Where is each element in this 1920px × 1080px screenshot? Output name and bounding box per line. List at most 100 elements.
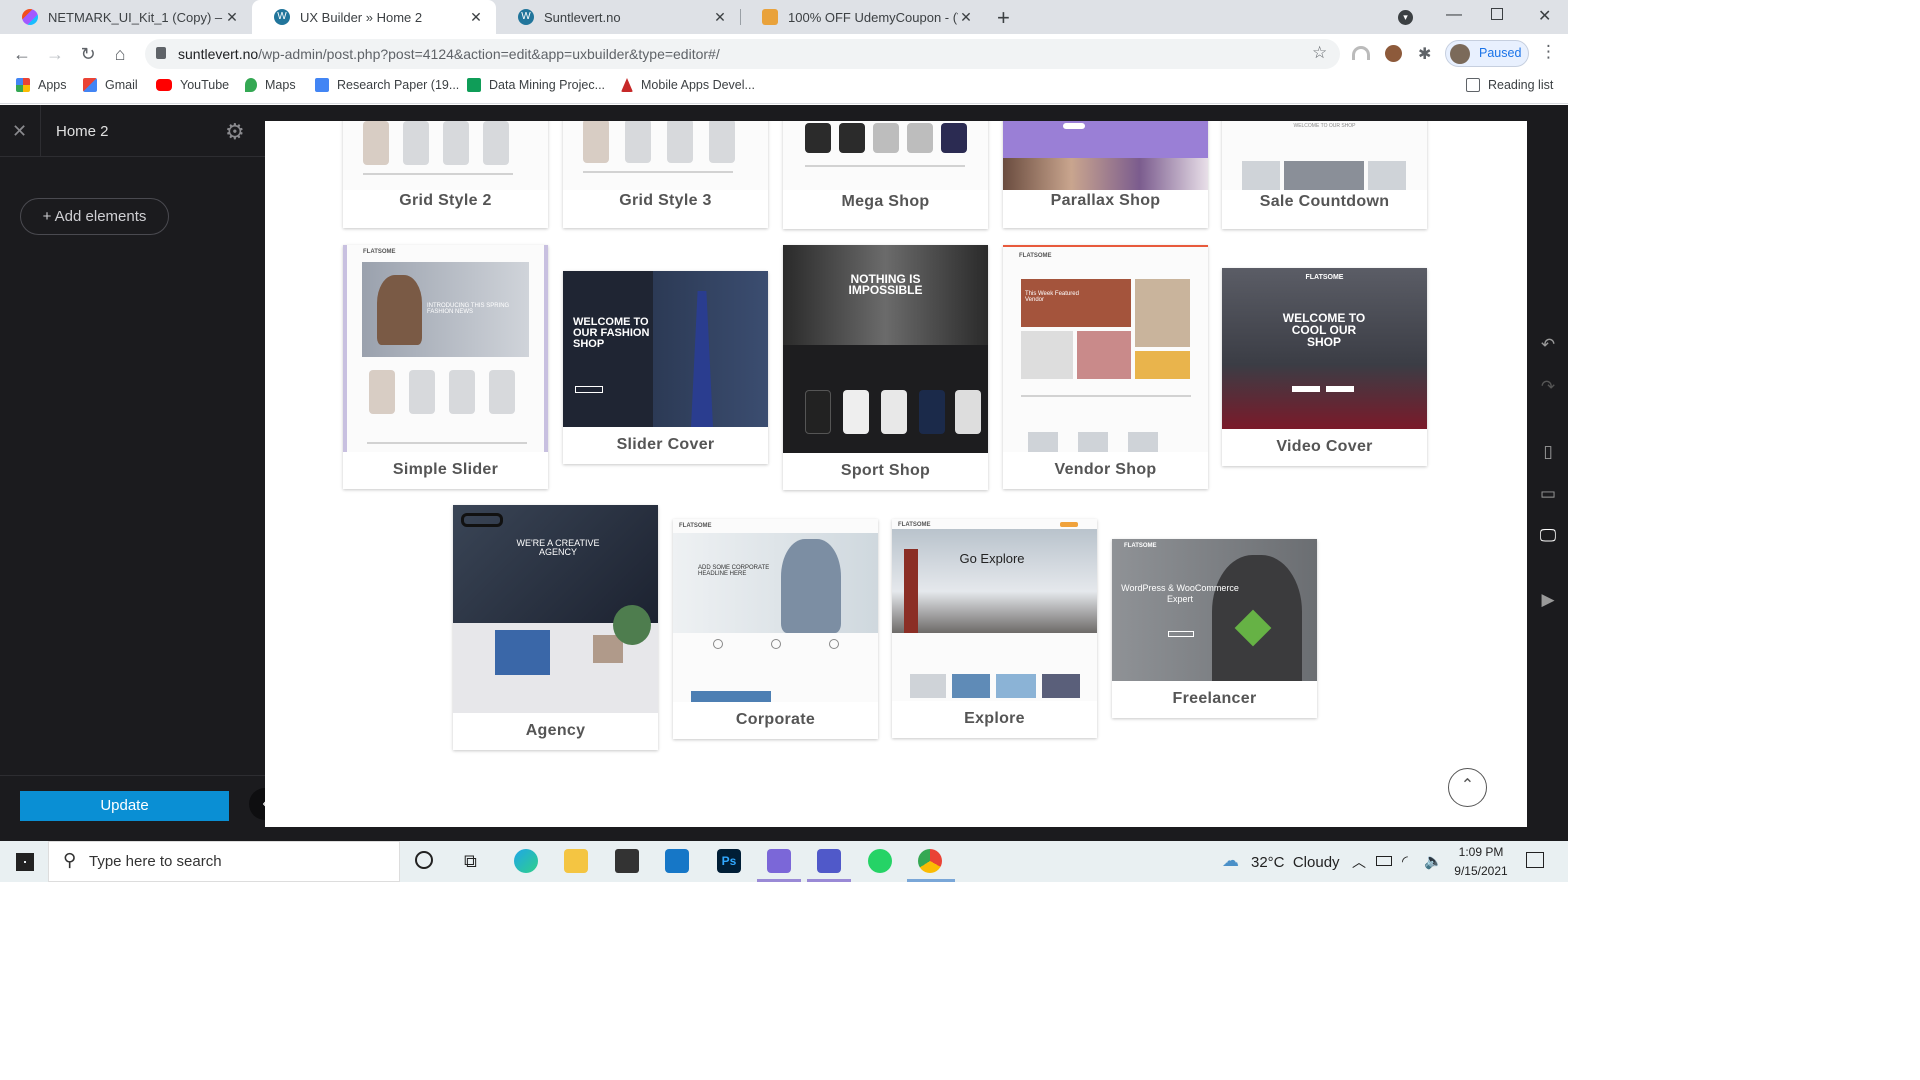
template-thumbnail: FLATSOME WELCOME TO COOL OUR SHOP [1222, 268, 1427, 429]
canvas-bottom-edge [265, 827, 1527, 841]
template-card-sport-shop[interactable]: NOTHING IS IMPOSSIBLE Sport Shop [783, 245, 988, 490]
cookie-icon[interactable] [1385, 45, 1402, 62]
bookmark-research[interactable]: Research Paper (19... [315, 78, 459, 92]
thumb-logo: FLATSOME [1019, 253, 1052, 259]
preview-play-icon[interactable]: ▶ [1537, 589, 1559, 611]
template-card-sale-countdown[interactable]: WELCOME TO OUR SHOP Sale Countdown [1222, 121, 1427, 229]
tab-search-icon[interactable]: ▾ [1398, 10, 1413, 25]
search-placeholder: Type here to search [89, 853, 222, 870]
task-view-icon[interactable]: ⧉ [464, 851, 477, 872]
bookmark-apps[interactable]: Apps [16, 78, 67, 92]
puzzle-icon[interactable]: ✱ [1418, 44, 1431, 64]
close-icon[interactable]: ✕ [224, 9, 240, 26]
volume-icon[interactable]: 🔈 [1424, 852, 1443, 870]
lock-icon[interactable] [156, 47, 166, 59]
template-card-slider-cover[interactable]: WELCOME TO OUR FASHION SHOP Slider Cover [563, 271, 768, 464]
template-gallery: Grid Style 2 Grid Style 3 Mega Shop Para… [265, 121, 1527, 827]
template-card-grid-style-2[interactable]: Grid Style 2 [343, 121, 548, 228]
running-indicator [757, 879, 801, 882]
template-card-freelancer[interactable]: FLATSOME WordPress & WooCommerce Expert … [1112, 539, 1317, 718]
scroll-to-top-button[interactable]: ⌃ [1448, 768, 1487, 807]
taskbar-search-box[interactable]: ⚲ Type here to search [48, 841, 400, 882]
bookmark-mobileapps[interactable]: Mobile Apps Devel... [621, 78, 755, 92]
close-icon[interactable]: ✕ [712, 9, 728, 26]
file-explorer-icon[interactable] [564, 849, 588, 873]
battery-icon[interactable] [1376, 856, 1392, 866]
update-button[interactable]: Update [20, 791, 229, 821]
mobile-view-icon[interactable]: ▯ [1537, 441, 1559, 463]
clock-time[interactable]: 1:09 PM [1452, 845, 1510, 859]
store-icon[interactable] [615, 849, 639, 873]
weather-text[interactable]: 32°C Cloudy [1251, 854, 1340, 871]
bookmark-gmail[interactable]: Gmail [83, 78, 138, 92]
template-thumbnail: WELCOME TO OUR SHOP [1222, 121, 1427, 190]
reading-list[interactable]: Reading list [1466, 78, 1553, 92]
template-card-vendor-shop[interactable]: FLATSOME This Week Featured Vendor Vendo… [1003, 245, 1208, 489]
maximize-icon[interactable] [1491, 8, 1503, 20]
bookmark-maps[interactable]: Maps [245, 78, 296, 92]
edge-icon[interactable] [514, 849, 538, 873]
template-thumbnail: FLATSOME WordPress & WooCommerce Expert [1112, 539, 1317, 681]
tab-udemy[interactable]: 100% OFF UdemyCoupon - (Veri ✕ [740, 0, 986, 34]
template-card-agency[interactable]: WE'RE A CREATIVE AGENCY Agency [453, 505, 658, 750]
tablet-view-icon[interactable]: ▭ [1537, 483, 1559, 505]
reload-icon[interactable]: ↻ [78, 44, 98, 64]
template-name: Vendor Shop [1054, 461, 1157, 478]
mail-icon[interactable] [665, 849, 689, 873]
desktop-view-icon[interactable]: 🖵 [1537, 525, 1559, 547]
windows-start-icon[interactable] [16, 853, 34, 871]
bookmark-label: Maps [265, 78, 296, 92]
redo-icon[interactable]: ↷ [1537, 376, 1559, 398]
bookmark-label: Mobile Apps Devel... [641, 78, 755, 92]
template-card-simple-slider[interactable]: FLATSOME INTRODUCING THIS SPRING FASHION… [343, 245, 548, 489]
tab-ux-builder[interactable]: W UX Builder » Home 2 ✕ [252, 0, 496, 34]
close-builder-icon[interactable]: ✕ [12, 121, 27, 142]
bookmark-youtube[interactable]: YouTube [156, 78, 229, 92]
url-text[interactable]: suntlevert.no/wp-admin/post.php?post=412… [178, 46, 720, 62]
cortana-icon[interactable] [415, 851, 433, 869]
template-card-video-cover[interactable]: FLATSOME WELCOME TO COOL OUR SHOP Video … [1222, 268, 1427, 466]
wifi-icon[interactable]: ◜ [1402, 852, 1408, 870]
template-thumbnail [563, 121, 768, 190]
search-icon: ⚲ [63, 850, 77, 870]
running-indicator [907, 879, 955, 882]
reading-list-label: Reading list [1488, 78, 1554, 92]
menu-icon[interactable]: ⋮ [1540, 42, 1557, 62]
weather-cloud-icon[interactable]: ☁ [1222, 851, 1239, 871]
add-elements-button[interactable]: + Add elements [20, 198, 169, 235]
tray-chevron-icon[interactable]: ︿ [1352, 852, 1366, 872]
close-icon[interactable]: ✕ [468, 9, 484, 26]
template-card-grid-style-3[interactable]: Grid Style 3 [563, 121, 768, 228]
settings-gear-icon[interactable]: ⚙ [225, 119, 245, 145]
template-card-explore[interactable]: FLATSOME Go Explore Explore [892, 519, 1097, 738]
close-icon[interactable]: ✕ [958, 9, 974, 26]
teams-icon[interactable] [817, 849, 841, 873]
tab-title: UX Builder » Home 2 [300, 9, 423, 25]
undo-icon[interactable]: ↶ [1537, 334, 1559, 356]
sheets-icon [467, 78, 481, 92]
clock-date[interactable]: 9/15/2021 [1448, 864, 1514, 878]
notifications-icon[interactable] [1526, 852, 1544, 868]
back-icon[interactable]: ← [12, 44, 32, 64]
profile-button[interactable]: Paused [1445, 40, 1529, 67]
photoshop-icon[interactable]: Ps [717, 849, 741, 873]
thumb-headline: This Week Featured Vendor [1025, 291, 1079, 303]
bookmark-datamining[interactable]: Data Mining Projec... [467, 78, 605, 92]
tab-figma[interactable]: NETMARK_UI_Kit_1 (Copy) – Figma ✕ [0, 0, 252, 34]
extension-icon[interactable] [1352, 46, 1370, 60]
minimize-icon[interactable]: — [1446, 6, 1462, 24]
builder-right-toolbar [1527, 105, 1568, 841]
template-card-mega-shop[interactable]: Mega Shop [783, 121, 988, 229]
chrome-icon[interactable] [918, 849, 942, 873]
tab-suntlevert[interactable]: W Suntlevert.no ✕ [496, 0, 740, 34]
forward-icon[interactable]: → [45, 44, 65, 64]
bookmark-star-icon[interactable]: ☆ [1312, 43, 1327, 63]
template-card-corporate[interactable]: FLATSOME ADD SOME CORPORATE HEADLINE HER… [673, 519, 878, 739]
whatsapp-icon[interactable] [868, 849, 892, 873]
vpn-app-icon[interactable] [767, 849, 791, 873]
window-close-icon[interactable]: ✕ [1538, 6, 1551, 26]
home-icon[interactable]: ⌂ [110, 44, 130, 64]
bookmark-label: YouTube [180, 78, 230, 92]
template-card-parallax-shop[interactable]: Parallax Shop [1003, 121, 1208, 228]
new-tab-button[interactable]: + [997, 5, 1010, 31]
